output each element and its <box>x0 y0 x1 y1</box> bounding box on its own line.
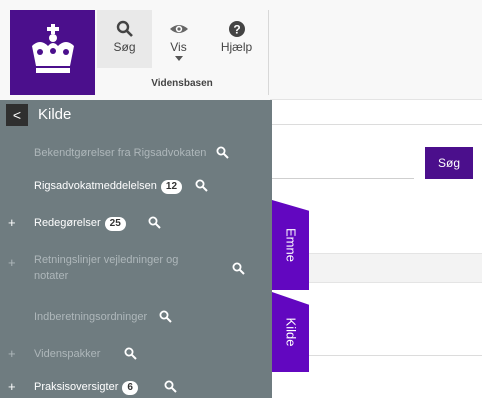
count-badge: 12 <box>160 180 183 194</box>
ribbon-view-button[interactable]: Vis <box>152 10 205 68</box>
help-icon: ? <box>228 21 245 37</box>
list-item-label: Videnspakker <box>34 348 101 360</box>
ribbon-help-button[interactable]: ? Hjælp <box>205 10 268 68</box>
expand-icon[interactable]: + <box>8 346 16 361</box>
count-badge: 6 <box>122 381 138 395</box>
ribbon-search-label: Søg <box>113 40 136 54</box>
tab-kilde-label: Kilde <box>283 317 298 347</box>
ribbon-group-divider <box>268 10 269 95</box>
ribbon-divider <box>270 99 482 100</box>
panel-title: Kilde <box>38 106 72 123</box>
list-item[interactable]: + Praksisoversigter 6 <box>0 376 272 398</box>
search-submit-button[interactable]: Søg <box>425 147 473 179</box>
crown-icon <box>32 24 74 73</box>
crown-logo[interactable] <box>10 10 95 95</box>
list-item-label: Indberetningsordninger <box>34 311 148 323</box>
search-icon[interactable] <box>148 216 161 229</box>
ribbon-view-label: Vis <box>170 40 187 54</box>
search-icon[interactable] <box>195 179 208 192</box>
search-icon[interactable] <box>124 347 137 360</box>
list-item-label: Retningslinjer vejledninger og notater <box>34 254 179 282</box>
panel-header: < Kilde <box>0 100 272 130</box>
list-item-label: Bekendtgørelser fra Rigsadvokaten <box>34 147 207 159</box>
search-icon <box>116 20 133 37</box>
list-item-label: Praksisoversigter 6 <box>34 381 138 395</box>
search-icon[interactable] <box>216 146 229 159</box>
list-item[interactable]: + Videnspakker <box>0 343 272 367</box>
expand-icon[interactable]: + <box>8 255 16 270</box>
tab-kilde[interactable]: Kilde <box>272 292 309 372</box>
content-divider <box>300 355 482 356</box>
tab-emne[interactable]: Emne <box>272 200 309 290</box>
expand-icon[interactable]: + <box>8 215 16 230</box>
expand-icon[interactable]: + <box>8 379 16 394</box>
list-item[interactable]: Bekendtgørelser fra Rigsadvokaten <box>0 142 272 166</box>
search-icon[interactable] <box>164 380 177 393</box>
svg-text:?: ? <box>233 23 240 37</box>
list-item[interactable]: Indberetningsordninger <box>0 306 272 330</box>
count-badge: 25 <box>104 217 126 231</box>
list-item[interactable]: + Redegørelser 25 <box>0 212 272 236</box>
tab-emne-label: Emne <box>283 228 298 262</box>
search-icon[interactable] <box>159 310 172 323</box>
ribbon-group-label: Vidensbasen <box>151 78 213 89</box>
search-input-underline <box>272 178 414 179</box>
dropdown-caret-icon <box>174 56 183 61</box>
search-icon[interactable] <box>232 262 245 275</box>
list-item[interactable]: Rigsadvokatmeddelelsen 12 <box>0 175 272 199</box>
list-item[interactable]: + Retningslinjer vejledninger og notater <box>0 252 272 286</box>
ribbon-search-button[interactable]: Søg <box>97 10 152 68</box>
source-panel: < Kilde Bekendtgørelser fra Rigsadvokate… <box>0 100 272 398</box>
list-item-label: Redegørelser 25 <box>34 217 126 231</box>
back-button[interactable]: < <box>6 104 28 126</box>
eye-icon <box>169 25 188 33</box>
ribbon-help-label: Hjælp <box>220 40 253 54</box>
content-band <box>300 253 482 283</box>
list-item-label: Rigsadvokatmeddelelsen 12 <box>34 180 183 194</box>
content-divider <box>272 124 482 125</box>
